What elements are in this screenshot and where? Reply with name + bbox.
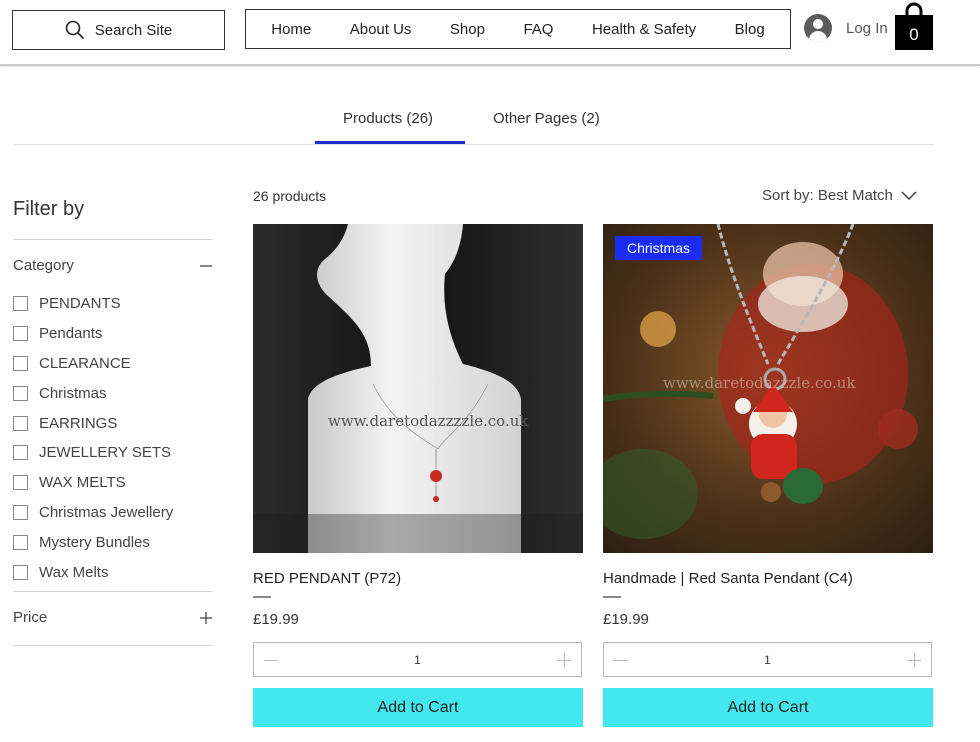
image-watermark: www.daretodazzzle.co.uk <box>663 374 856 392</box>
nav-health-safety[interactable]: Health & Safety <box>592 21 696 38</box>
checkbox[interactable] <box>13 326 28 342</box>
image-watermark: www.daretodazzzzle.co.uk <box>328 412 529 430</box>
login-label: Log In <box>846 19 888 37</box>
category-option[interactable]: Wax Melts <box>13 557 173 587</box>
category-option-label: Christmas <box>39 384 107 402</box>
add-to-cart-button[interactable]: Add to Cart <box>253 688 583 727</box>
category-option[interactable]: JEWELLERY SETS <box>13 438 173 468</box>
category-option[interactable]: Pendants <box>13 319 173 349</box>
sort-label: Sort by: Best Match <box>762 187 893 204</box>
nav-shop[interactable]: Shop <box>450 21 485 38</box>
increment-icon[interactable] <box>907 652 921 667</box>
login-button[interactable]: Log In <box>804 14 888 42</box>
tab-other-pages[interactable]: Other Pages (2) <box>493 110 600 127</box>
divider <box>13 239 213 240</box>
checkbox[interactable] <box>13 415 28 431</box>
category-option-label: Christmas Jewellery <box>39 503 174 521</box>
category-option[interactable]: WAX MELTS <box>13 468 173 498</box>
chevron-down-icon <box>901 190 917 200</box>
search-label: Search Site <box>94 21 173 39</box>
sort-dropdown[interactable]: Sort by: Best Match <box>762 187 917 204</box>
checkbox[interactable] <box>13 564 28 580</box>
quantity-value[interactable]: 1 <box>414 653 421 667</box>
checkbox[interactable] <box>13 385 28 401</box>
price-toggle[interactable]: Price <box>13 609 213 626</box>
category-option-label: EARRINGS <box>39 414 118 432</box>
category-toggle[interactable]: Category <box>13 257 213 274</box>
divider <box>13 591 213 592</box>
category-option[interactable]: Mystery Bundles <box>13 527 173 557</box>
category-badge: Christmas <box>615 236 703 260</box>
search-icon <box>65 20 84 40</box>
cart-count: 0 <box>909 25 918 44</box>
category-list: PENDANTS Pendants CLEARANCE Christmas EA… <box>13 289 173 587</box>
category-label: Category <box>13 257 74 274</box>
product-name[interactable]: RED PENDANT (P72) <box>253 570 583 590</box>
category-option[interactable]: Christmas Jewellery <box>13 498 173 528</box>
category-option-label: Wax Melts <box>39 563 109 581</box>
tab-products[interactable]: Products (26) <box>343 110 433 127</box>
category-option-label: PENDANTS <box>39 295 121 313</box>
product-count: 26 products <box>253 188 327 204</box>
active-tab-indicator <box>315 141 465 144</box>
filter-title: Filter by <box>13 198 85 220</box>
product-image[interactable]: Christmas www.daretodazzzle.co.uk <box>603 224 933 553</box>
checkbox[interactable] <box>13 296 28 312</box>
minus-icon <box>200 264 212 267</box>
plus-icon <box>200 611 212 624</box>
search-box[interactable]: Search Site <box>12 10 225 50</box>
checkbox[interactable] <box>13 475 28 491</box>
category-option-label: WAX MELTS <box>39 474 126 492</box>
decrement-icon[interactable] <box>264 653 278 667</box>
checkbox[interactable] <box>13 504 28 520</box>
main-nav: Home About Us Shop FAQ Health & Safety B… <box>245 9 791 49</box>
add-to-cart-button[interactable]: Add to Cart <box>603 688 933 727</box>
pendant-on-bust-image <box>253 224 583 553</box>
category-option-label: Mystery Bundles <box>39 533 150 551</box>
product-name[interactable]: Handmade | Red Santa Pendant (C4) <box>603 570 933 590</box>
product-card: Christmas www.daretodazzzle.co.uk Handma… <box>603 224 933 727</box>
increment-icon[interactable] <box>557 652 571 667</box>
name-divider <box>253 596 271 598</box>
category-option-label: JEWELLERY SETS <box>39 444 171 462</box>
product-image[interactable]: www.daretodazzzzle.co.uk <box>253 224 583 553</box>
checkbox[interactable] <box>13 445 28 461</box>
category-option[interactable]: PENDANTS <box>13 289 173 319</box>
product-price: £19.99 <box>603 611 649 628</box>
quantity-stepper[interactable]: 1 <box>253 642 582 677</box>
nav-about-us[interactable]: About Us <box>350 21 412 38</box>
checkbox[interactable] <box>13 355 28 371</box>
nav-faq[interactable]: FAQ <box>523 21 553 38</box>
checkbox[interactable] <box>13 534 28 550</box>
nav-blog[interactable]: Blog <box>735 21 765 38</box>
name-divider <box>603 596 621 598</box>
price-label: Price <box>13 609 48 626</box>
quantity-value[interactable]: 1 <box>764 653 771 667</box>
category-option-label: CLEARANCE <box>39 354 131 372</box>
search-tabs: Products (26) Other Pages (2) <box>13 100 934 145</box>
quantity-stepper[interactable]: 1 <box>603 642 932 677</box>
divider <box>13 645 213 646</box>
avatar-icon <box>804 14 832 42</box>
category-option-label: Pendants <box>39 325 103 343</box>
category-option[interactable]: EARRINGS <box>13 408 173 438</box>
product-card: www.daretodazzzzle.co.uk RED PENDANT (P7… <box>253 224 583 727</box>
product-price: £19.99 <box>253 611 299 628</box>
shopping-bag-icon[interactable]: 0 <box>894 2 934 50</box>
category-option[interactable]: CLEARANCE <box>13 349 173 379</box>
nav-home[interactable]: Home <box>271 21 311 38</box>
decrement-icon[interactable] <box>614 653 628 667</box>
category-option[interactable]: Christmas <box>13 378 173 408</box>
site-header: Search Site Home About Us Shop FAQ Healt… <box>0 0 980 66</box>
